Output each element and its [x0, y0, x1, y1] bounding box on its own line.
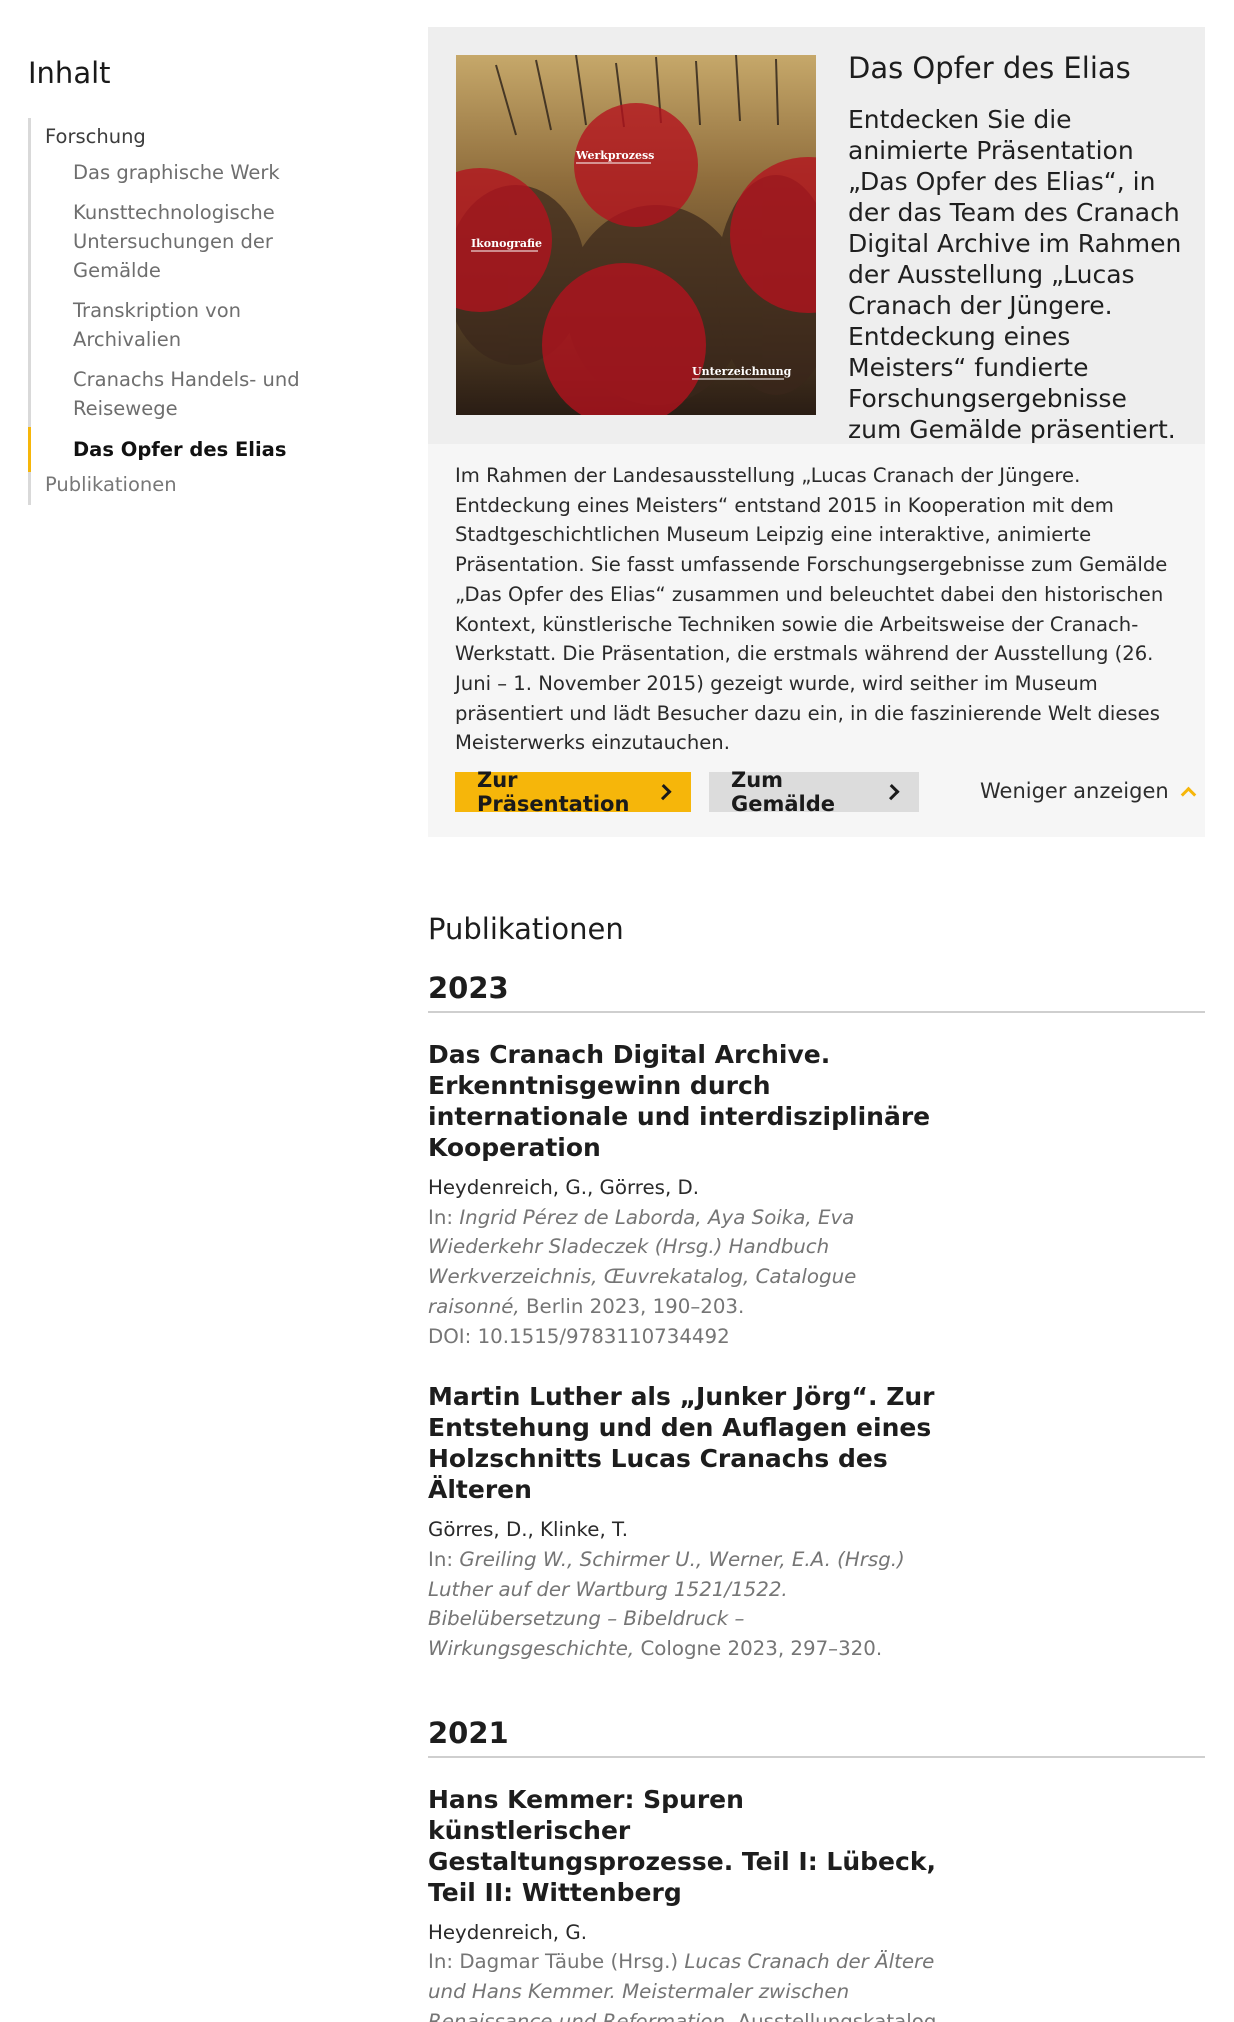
presentation-button-label: Zur Präsentation: [477, 768, 630, 816]
image-label-werkprozess[interactable]: Werkprozess: [575, 149, 654, 162]
publication-authors: Heydenreich, G.: [428, 1920, 587, 1944]
publication-item: Das Cranach Digital Archive. Erkenntnisg…: [428, 1039, 938, 1351]
publication-source: In: Greiling W., Schirmer U., Werner, E.…: [428, 1545, 938, 1664]
feature-description: Im Rahmen der Landesausstellung „Lucas C…: [455, 464, 1168, 755]
year-heading: 2023: [428, 971, 1205, 1013]
publications-heading: Publikationen: [428, 912, 624, 946]
source-details: Berlin 2023, 190–203.: [519, 1294, 745, 1318]
feature-card: Werkprozess Ikonografie Unterzeichnung D…: [428, 27, 1205, 837]
publication-doi[interactable]: DOI: 10.1515/9783110734492: [428, 1322, 938, 1352]
sidebar-item-handels-und-reisewege[interactable]: Cranachs Handels- und Reisewege: [31, 365, 321, 423]
publications-section: Publikationen 2023 Das Cranach Digital A…: [428, 912, 1205, 2022]
publication-title[interactable]: Martin Luther als „Junker Jörg“. Zur Ent…: [428, 1381, 938, 1505]
publication-authors: Görres, D., Klinke, T.: [428, 1518, 629, 1542]
feature-header: Werkprozess Ikonografie Unterzeichnung D…: [428, 27, 1205, 444]
painting-illustration: Werkprozess Ikonografie Unterzeichnung: [456, 55, 816, 415]
source-prefix: In: Dagmar Täube (Hrsg.): [428, 1950, 685, 1974]
sidebar-item-kunsttechnologische-untersuchungen[interactable]: Kunsttechnologische Untersuchungen der G…: [31, 198, 331, 285]
sidebar-item-transkription[interactable]: Transkription von Archivalien: [31, 296, 291, 354]
publication-source: In: Ingrid Pérez de Laborda, Aya Soika, …: [428, 1203, 938, 1322]
painting-button[interactable]: Zum Gemälde: [709, 768, 919, 816]
painting-button-label: Zum Gemälde: [731, 768, 836, 816]
publication-source: In: Dagmar Täube (Hrsg.) Lucas Cranach d…: [428, 1947, 938, 2022]
feature-image[interactable]: Werkprozess Ikonografie Unterzeichnung: [456, 55, 816, 415]
source-prefix: In:: [428, 1547, 460, 1571]
source-prefix: In:: [428, 1205, 460, 1229]
table-of-contents: Forschung Das graphische Werk Kunsttechn…: [28, 118, 358, 505]
sidebar-title: Inhalt: [28, 56, 111, 90]
source-details: Cologne 2023, 297–320.: [634, 1637, 883, 1661]
sidebar-item-graphische-werk[interactable]: Das graphische Werk: [31, 158, 358, 187]
chevron-right-icon: [655, 784, 672, 800]
image-label-unterzeichnung[interactable]: Unterzeichnung: [692, 365, 792, 378]
presentation-button[interactable]: Zur Präsentation: [455, 768, 691, 816]
sidebar: Inhalt Forschung Das graphische Werk Kun…: [28, 56, 358, 505]
year-group: 2021 Hans Kemmer: Spuren künstlerischer …: [428, 1716, 1205, 2022]
publication-authors: Heydenreich, G., Görres, D.: [428, 1176, 700, 1199]
chevron-right-icon: [883, 783, 900, 801]
feature-lead: Entdecken Sie die animierte Präsentation…: [848, 105, 1182, 444]
publication-item: Hans Kemmer: Spuren künstlerischer Gesta…: [428, 1784, 938, 2022]
sidebar-item-forschung[interactable]: Forschung: [31, 118, 358, 151]
publication-title[interactable]: Das Cranach Digital Archive. Erkenntnisg…: [428, 1039, 938, 1163]
feature-title: Das Opfer des Elias: [848, 51, 1131, 85]
year-group: 2023 Das Cranach Digital Archive. Erkenn…: [428, 971, 1205, 1664]
sidebar-item-opfer-des-elias[interactable]: Das Opfer des Elias: [28, 427, 358, 472]
show-less-label: Weniger anzeigen: [980, 779, 1169, 803]
publication-item: Martin Luther als „Junker Jörg“. Zur Ent…: [428, 1381, 938, 1664]
year-heading: 2021: [428, 1716, 1205, 1758]
publication-title[interactable]: Hans Kemmer: Spuren künstlerischer Gesta…: [428, 1784, 938, 1908]
page: Inhalt Forschung Das graphische Werk Kun…: [0, 0, 1234, 2022]
sidebar-item-publikationen[interactable]: Publikationen: [31, 470, 358, 505]
image-label-ikonografie[interactable]: Ikonografie: [471, 237, 542, 250]
chevron-up-icon: [1180, 786, 1196, 802]
show-less-link[interactable]: Weniger anzeigen: [980, 779, 1196, 803]
